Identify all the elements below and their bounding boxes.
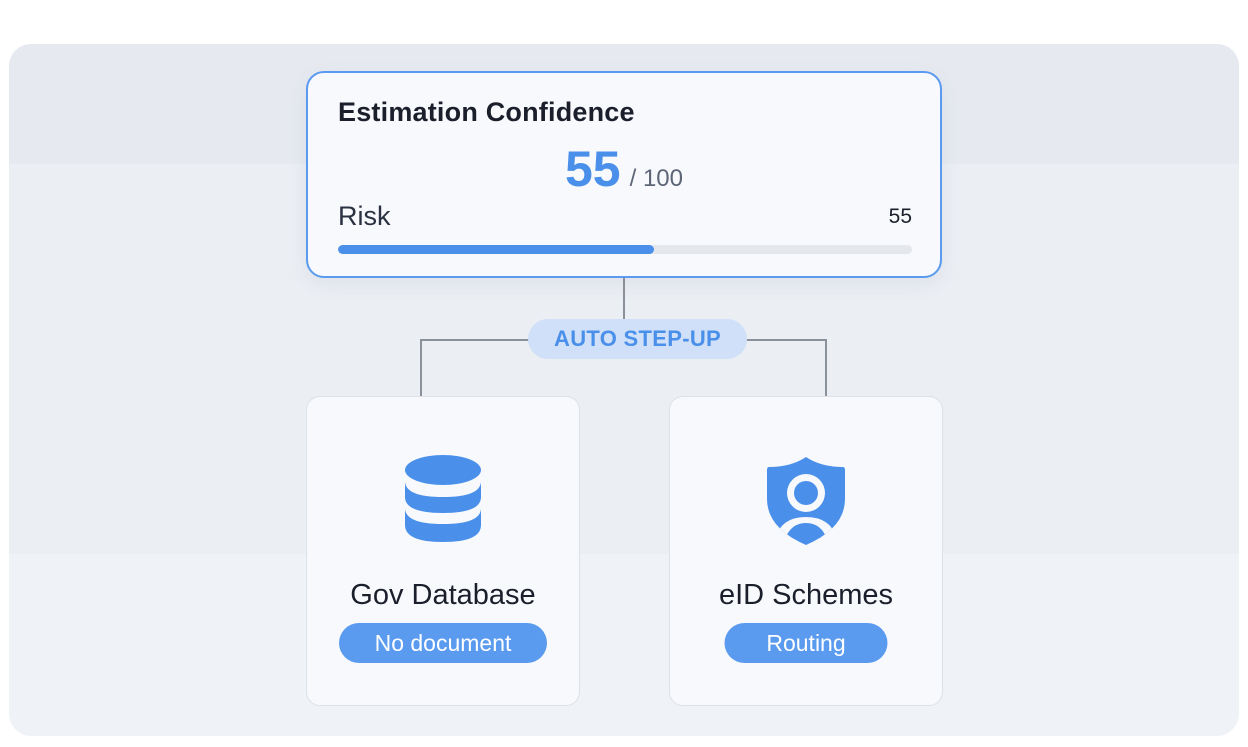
confidence-score: 55	[564, 141, 621, 197]
gov-database-card[interactable]: Gov Database No document	[306, 396, 580, 706]
connector-vertical-right	[825, 339, 827, 396]
eid-schemes-card[interactable]: eID Schemes Routing	[669, 396, 943, 706]
risk-label: Risk	[338, 201, 391, 231]
method-status-badge: Routing	[724, 623, 888, 663]
auto-step-up-badge: AUTO STEP-UP	[528, 319, 747, 359]
confidence-score-max: / 100	[629, 165, 683, 192]
connector-horizontal-left	[420, 339, 530, 341]
method-status-badge: No document	[339, 623, 547, 663]
risk-progress-bar	[338, 245, 912, 254]
connector-horizontal-right	[745, 339, 827, 341]
card-title: Estimation Confidence	[338, 97, 635, 127]
risk-value: 55	[888, 205, 912, 228]
estimation-confidence-card[interactable]: Estimation Confidence 55 / 100 Risk 55	[306, 71, 942, 278]
connector-vertical-top	[623, 278, 625, 320]
database-icon	[405, 455, 481, 542]
risk-progress-fill	[338, 245, 654, 254]
shield-user-icon	[767, 457, 845, 545]
method-title: Gov Database	[350, 579, 536, 611]
connector-vertical-left	[420, 339, 422, 396]
score-row: 55 / 100	[308, 141, 940, 197]
method-title: eID Schemes	[718, 579, 894, 611]
